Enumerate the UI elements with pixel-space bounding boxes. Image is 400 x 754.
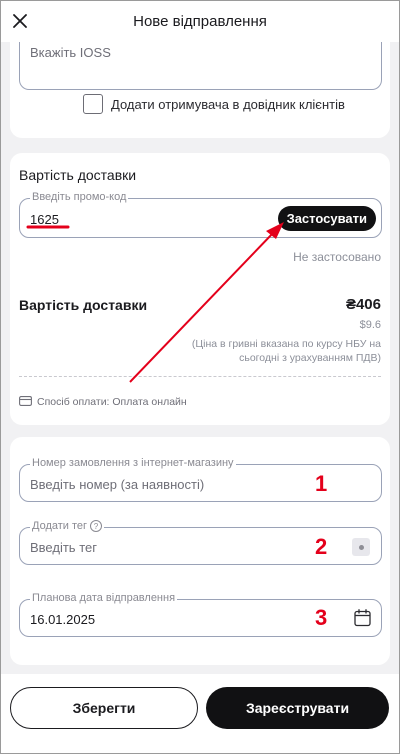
promo-code-field[interactable]: Введіть промо-код 1625 Застосувати	[19, 191, 382, 238]
app-header: Нове відправлення	[0, 0, 400, 42]
payment-method-row: Спосіб оплати: Оплата онлайн	[19, 393, 187, 411]
add-recipient-row[interactable]: Додати отримувача в довідник клієнтів	[83, 94, 345, 114]
delivery-cost-card: Вартість доставки Введіть промо-код 1625…	[10, 153, 390, 425]
delivery-section-title: Вартість доставки	[19, 167, 137, 183]
help-icon[interactable]: ?	[90, 520, 103, 533]
payment-method-text: Спосіб оплати: Оплата онлайн	[37, 396, 187, 408]
page-title: Нове відправлення	[133, 12, 267, 30]
add-recipient-checkbox[interactable]	[83, 94, 103, 114]
order-number-label: Номер замовлення з інтернет-магазину	[30, 457, 236, 469]
delivery-cost-usd: $9.6	[359, 319, 381, 331]
calendar-icon[interactable]	[354, 609, 371, 632]
bottom-action-bar: Зберегти Зареєструвати	[0, 674, 400, 754]
delivery-cost-uah: ₴406	[345, 296, 381, 313]
extra-info-card: Номер замовлення з інтернет-магазину Вве…	[10, 437, 390, 665]
register-button[interactable]: Зареєструвати	[206, 687, 389, 729]
promo-code-value[interactable]: 1625	[30, 212, 59, 227]
order-number-field[interactable]: Номер замовлення з інтернет-магазину Вве…	[19, 457, 382, 502]
tag-label: Додати тег?	[30, 520, 105, 533]
ioss-placeholder: Вкажіть IOSS	[30, 45, 111, 60]
ioss-input[interactable]: Вкажіть IOSS	[19, 42, 382, 90]
annotation-marker-2: 2	[315, 534, 328, 559]
planned-date-field[interactable]: Планова дата відправлення 16.01.2025	[19, 592, 382, 637]
promo-status: Не застосовано	[293, 250, 381, 264]
annotation-marker-1: 1	[315, 471, 328, 496]
apply-promo-button[interactable]: Застосувати	[277, 206, 376, 231]
annotation-marker-3: 3	[315, 605, 328, 630]
tag-label-text: Додати тег	[32, 520, 88, 532]
save-button[interactable]: Зберегти	[10, 687, 198, 729]
card-icon	[19, 393, 32, 411]
add-recipient-label: Додати отримувача в довідник клієнтів	[111, 96, 345, 112]
planned-date-value[interactable]: 16.01.2025	[30, 612, 95, 627]
tag-add-icon[interactable]	[352, 538, 370, 556]
delivery-cost-label: Вартість доставки	[19, 297, 148, 313]
planned-date-label: Планова дата відправлення	[30, 592, 178, 604]
tag-field[interactable]: Додати тег? Введіть тег	[19, 520, 382, 565]
divider	[19, 376, 381, 377]
close-icon[interactable]	[10, 11, 30, 31]
tag-placeholder: Введіть тег	[30, 540, 97, 555]
order-number-placeholder: Введіть номер (за наявності)	[30, 477, 205, 492]
promo-code-label: Введіть промо-код	[30, 191, 129, 203]
delivery-cost-note: (Ціна в гривні вказана по курсу НБУ на с…	[191, 338, 381, 364]
